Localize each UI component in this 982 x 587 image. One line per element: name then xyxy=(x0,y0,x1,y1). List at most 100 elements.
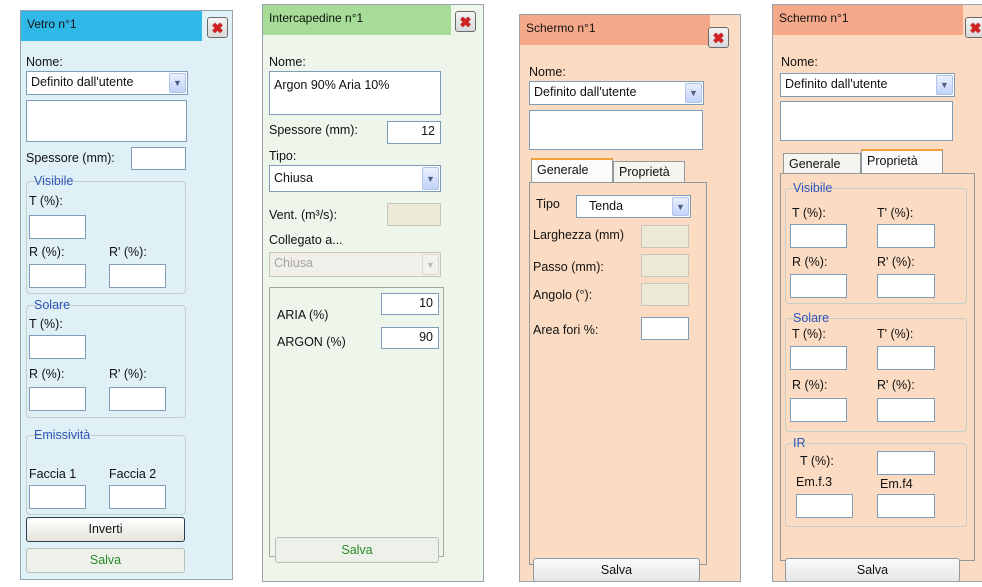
vetro-visibile-title: Visibile xyxy=(34,174,74,188)
schermo-vis-r-label: R (%): xyxy=(792,255,828,269)
schermo-proprieta-salva-button[interactable]: Salva xyxy=(785,558,960,581)
schermo-ir-t-field[interactable] xyxy=(877,451,935,475)
intercapedine-argon-label: ARGON (%) xyxy=(277,335,346,349)
intercapedine-argon-field[interactable]: 90 xyxy=(381,327,439,349)
vetro-vis-rp-field[interactable] xyxy=(109,264,166,288)
schermo-generale-salva-button[interactable]: Salva xyxy=(533,558,700,581)
schermo-vis-t-field[interactable] xyxy=(790,224,847,248)
schermo-sol-r-field[interactable] xyxy=(790,398,847,422)
schermo-vis-rp-label: R' (%): xyxy=(877,255,915,269)
vetro-nome-value: Definito dall'utente xyxy=(31,75,134,89)
vetro-sol-rp-label: R' (%): xyxy=(109,367,147,381)
schermo-proprieta-nome-label: Nome: xyxy=(781,55,818,69)
schermo-sol-tp-label: T' (%): xyxy=(877,327,914,341)
vetro-sol-t-label: T (%): xyxy=(29,317,63,331)
schermo-vis-rp-field[interactable] xyxy=(877,274,935,298)
schermo-angolo-label: Angolo (°): xyxy=(533,288,593,302)
schermo-generale-description-field[interactable] xyxy=(529,110,703,150)
vetro-sol-t-field[interactable] xyxy=(29,335,86,359)
schermo-proprieta-description-field[interactable] xyxy=(780,101,953,141)
schermo-area-field[interactable] xyxy=(641,317,689,340)
close-icon: ✖ xyxy=(969,19,982,36)
vetro-spessore-field[interactable] xyxy=(131,147,186,170)
intercapedine-title: Intercapedine n°1 xyxy=(263,5,451,35)
schermo-larghezza-field[interactable] xyxy=(641,225,689,248)
intercapedine-aria-field[interactable]: 10 xyxy=(381,293,439,315)
schermo-emf3-field[interactable] xyxy=(796,494,853,518)
vetro-sol-rp-field[interactable] xyxy=(109,387,166,411)
schermo-generale-nome-select[interactable]: Definito dall'utente ▼ xyxy=(529,81,704,105)
intercapedine-spessore-field[interactable]: 12 xyxy=(387,121,441,144)
chevron-down-icon[interactable]: ▼ xyxy=(685,83,702,103)
tab-proprieta[interactable]: Proprietà xyxy=(861,149,943,174)
schermo-generale-close-button[interactable]: ✖ xyxy=(708,27,729,48)
chevron-down-icon[interactable]: ▼ xyxy=(936,75,953,95)
close-icon: ✖ xyxy=(459,13,472,30)
schermo-larghezza-label: Larghezza (mm) xyxy=(533,228,624,242)
schermo-vis-t-label: T (%): xyxy=(792,206,826,220)
schermo-generale-title: Schermo n°1 xyxy=(520,15,710,45)
vetro-inverti-button[interactable]: Inverti xyxy=(26,517,185,542)
schermo-proprieta-title: Schermo n°1 xyxy=(773,5,963,35)
schermo-emf3-label: Em.f.3 xyxy=(796,475,833,489)
vetro-description-field[interactable] xyxy=(26,100,187,142)
schermo-sol-t-field[interactable] xyxy=(790,346,847,370)
schermo-proprieta-nome-value: Definito dall'utente xyxy=(785,77,888,91)
intercapedine-tipo-select[interactable]: Chiusa ▼ xyxy=(269,165,441,192)
tab-generale[interactable]: Generale xyxy=(783,153,861,174)
schermo-sol-tp-field[interactable] xyxy=(877,346,935,370)
chevron-down-icon[interactable]: ▼ xyxy=(422,254,439,275)
schermo-generale-nome-label: Nome: xyxy=(529,65,566,79)
schermo-generale-panel: Schermo n°1 ✖ Nome: Definito dall'utente… xyxy=(519,14,741,582)
close-icon: ✖ xyxy=(211,19,224,36)
close-icon: ✖ xyxy=(712,29,725,46)
schermo-tipo-select[interactable]: Tenda ▼ xyxy=(576,195,691,218)
intercapedine-salva-button[interactable]: Salva xyxy=(275,537,439,563)
tab-proprieta[interactable]: Proprietà xyxy=(613,161,685,182)
vetro-faccia2-label: Faccia 2 xyxy=(109,467,157,481)
schermo-sol-r-label: R (%): xyxy=(792,378,828,392)
intercapedine-spessore-label: Spessore (mm): xyxy=(269,123,358,137)
schermo-passo-field[interactable] xyxy=(641,254,689,277)
schermo-passo-label: Passo (mm): xyxy=(533,260,604,274)
vetro-vis-t-field[interactable] xyxy=(29,215,86,239)
vetro-salva-button[interactable]: Salva xyxy=(26,548,185,573)
schermo-angolo-field[interactable] xyxy=(641,283,689,306)
schermo-vis-tp-field[interactable] xyxy=(877,224,935,248)
intercapedine-nome-value: Argon 90% Aria 10% xyxy=(274,78,390,92)
tab-generale[interactable]: Generale xyxy=(531,158,613,182)
vetro-vis-r-field[interactable] xyxy=(29,264,86,288)
schermo-sol-rp-label: R' (%): xyxy=(877,378,915,392)
intercapedine-tipo-value: Chiusa xyxy=(274,171,313,185)
intercapedine-vent-field[interactable] xyxy=(387,203,441,226)
intercapedine-nome-label: Nome: xyxy=(269,55,306,69)
schermo-sol-rp-field[interactable] xyxy=(877,398,935,422)
schermo-ir-title: IR xyxy=(793,436,806,450)
chevron-down-icon[interactable]: ▼ xyxy=(672,197,689,216)
schermo-visibile-title: Visibile xyxy=(793,181,833,195)
vetro-close-button[interactable]: ✖ xyxy=(207,17,228,38)
intercapedine-close-button[interactable]: ✖ xyxy=(455,11,476,32)
intercapedine-collegato-value: Chiusa xyxy=(274,256,313,270)
schermo-proprieta-close-button[interactable]: ✖ xyxy=(965,17,982,38)
schermo-tipo-value: Tenda xyxy=(589,199,624,213)
schermo-solare-title: Solare xyxy=(793,311,830,325)
schermo-vis-r-field[interactable] xyxy=(790,274,847,298)
intercapedine-collegato-label: Collegato a... xyxy=(269,233,343,247)
chevron-down-icon[interactable]: ▼ xyxy=(169,73,186,93)
vetro-nome-select[interactable]: Definito dall'utente ▼ xyxy=(26,71,188,95)
schermo-proprieta-panel: Schermo n°1 ✖ Nome: Definito dall'utente… xyxy=(772,4,982,582)
intercapedine-aria-label: ARIA (%) xyxy=(277,308,329,322)
schermo-sol-t-label: T (%): xyxy=(792,327,826,341)
vetro-faccia2-field[interactable] xyxy=(109,485,166,509)
vetro-spessore-label: Spessore (mm): xyxy=(26,151,115,165)
vetro-sol-r-field[interactable] xyxy=(29,387,86,411)
vetro-faccia1-field[interactable] xyxy=(29,485,86,509)
intercapedine-nome-field[interactable]: Argon 90% Aria 10% xyxy=(269,71,441,115)
chevron-down-icon[interactable]: ▼ xyxy=(422,167,439,190)
schermo-emf4-field[interactable] xyxy=(877,494,935,518)
schermo-ir-t-label: T (%): xyxy=(800,454,834,468)
vetro-title: Vetro n°1 xyxy=(21,11,202,41)
intercapedine-collegato-select[interactable]: Chiusa ▼ xyxy=(269,252,441,277)
schermo-proprieta-nome-select[interactable]: Definito dall'utente ▼ xyxy=(780,73,955,97)
